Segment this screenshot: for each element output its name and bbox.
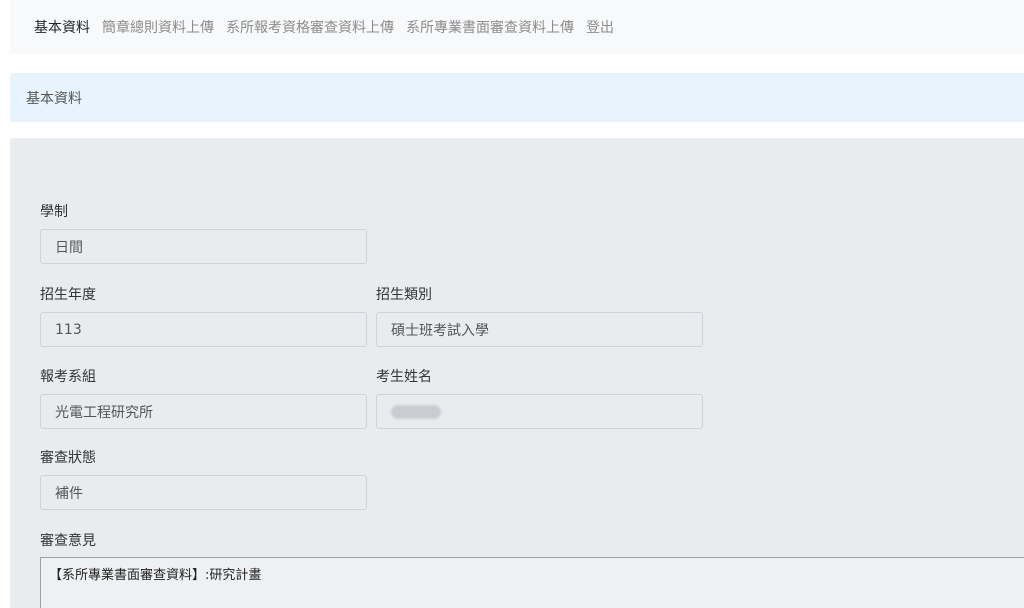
form-panel: [10, 138, 1024, 608]
admission-year-label: 招生年度: [40, 287, 96, 303]
study-system-label: 學制: [40, 204, 68, 220]
study-system-value: 日間: [55, 239, 83, 256]
admission-year-field[interactable]: 113: [40, 312, 367, 347]
admission-year-value: 113: [55, 321, 82, 338]
study-system-field[interactable]: 日間: [40, 229, 367, 264]
review-comments-value: 【系所專業書面審查資料】:研究計畫: [49, 568, 262, 583]
review-status-field[interactable]: 補件: [40, 475, 367, 510]
section-header: 基本資料: [10, 73, 1024, 122]
admission-category-label: 招生類別: [376, 287, 432, 303]
review-status-label: 審查狀態: [40, 450, 96, 466]
department-value: 光電工程研究所: [55, 404, 153, 421]
review-status-value: 補件: [55, 485, 83, 502]
nav-item-eligibility-upload[interactable]: 系所報考資格審查資料上傳: [226, 17, 394, 37]
department-field[interactable]: 光電工程研究所: [40, 394, 367, 429]
nav-item-written-review-upload[interactable]: 系所專業書面審查資料上傳: [406, 17, 574, 37]
applicant-name-label: 考生姓名: [376, 369, 432, 385]
department-label: 報考系組: [40, 369, 96, 385]
review-comments-textarea[interactable]: 【系所專業書面審查資料】:研究計畫: [40, 557, 1024, 608]
review-comments-label: 審查意見: [40, 533, 96, 549]
redacted-name: [391, 404, 441, 419]
section-title: 基本資料: [26, 90, 82, 107]
top-navigation: 基本資料 簡章總則資料上傳 系所報考資格審查資料上傳 系所專業書面審查資料上傳 …: [10, 0, 1024, 54]
applicant-name-field[interactable]: [376, 394, 703, 429]
nav-item-basic-info[interactable]: 基本資料: [34, 17, 90, 37]
nav-item-logout[interactable]: 登出: [586, 17, 614, 37]
nav-item-general-rules-upload[interactable]: 簡章總則資料上傳: [102, 17, 214, 37]
admission-category-value: 碩士班考試入學: [391, 322, 489, 339]
admission-category-field[interactable]: 碩士班考試入學: [376, 312, 703, 347]
